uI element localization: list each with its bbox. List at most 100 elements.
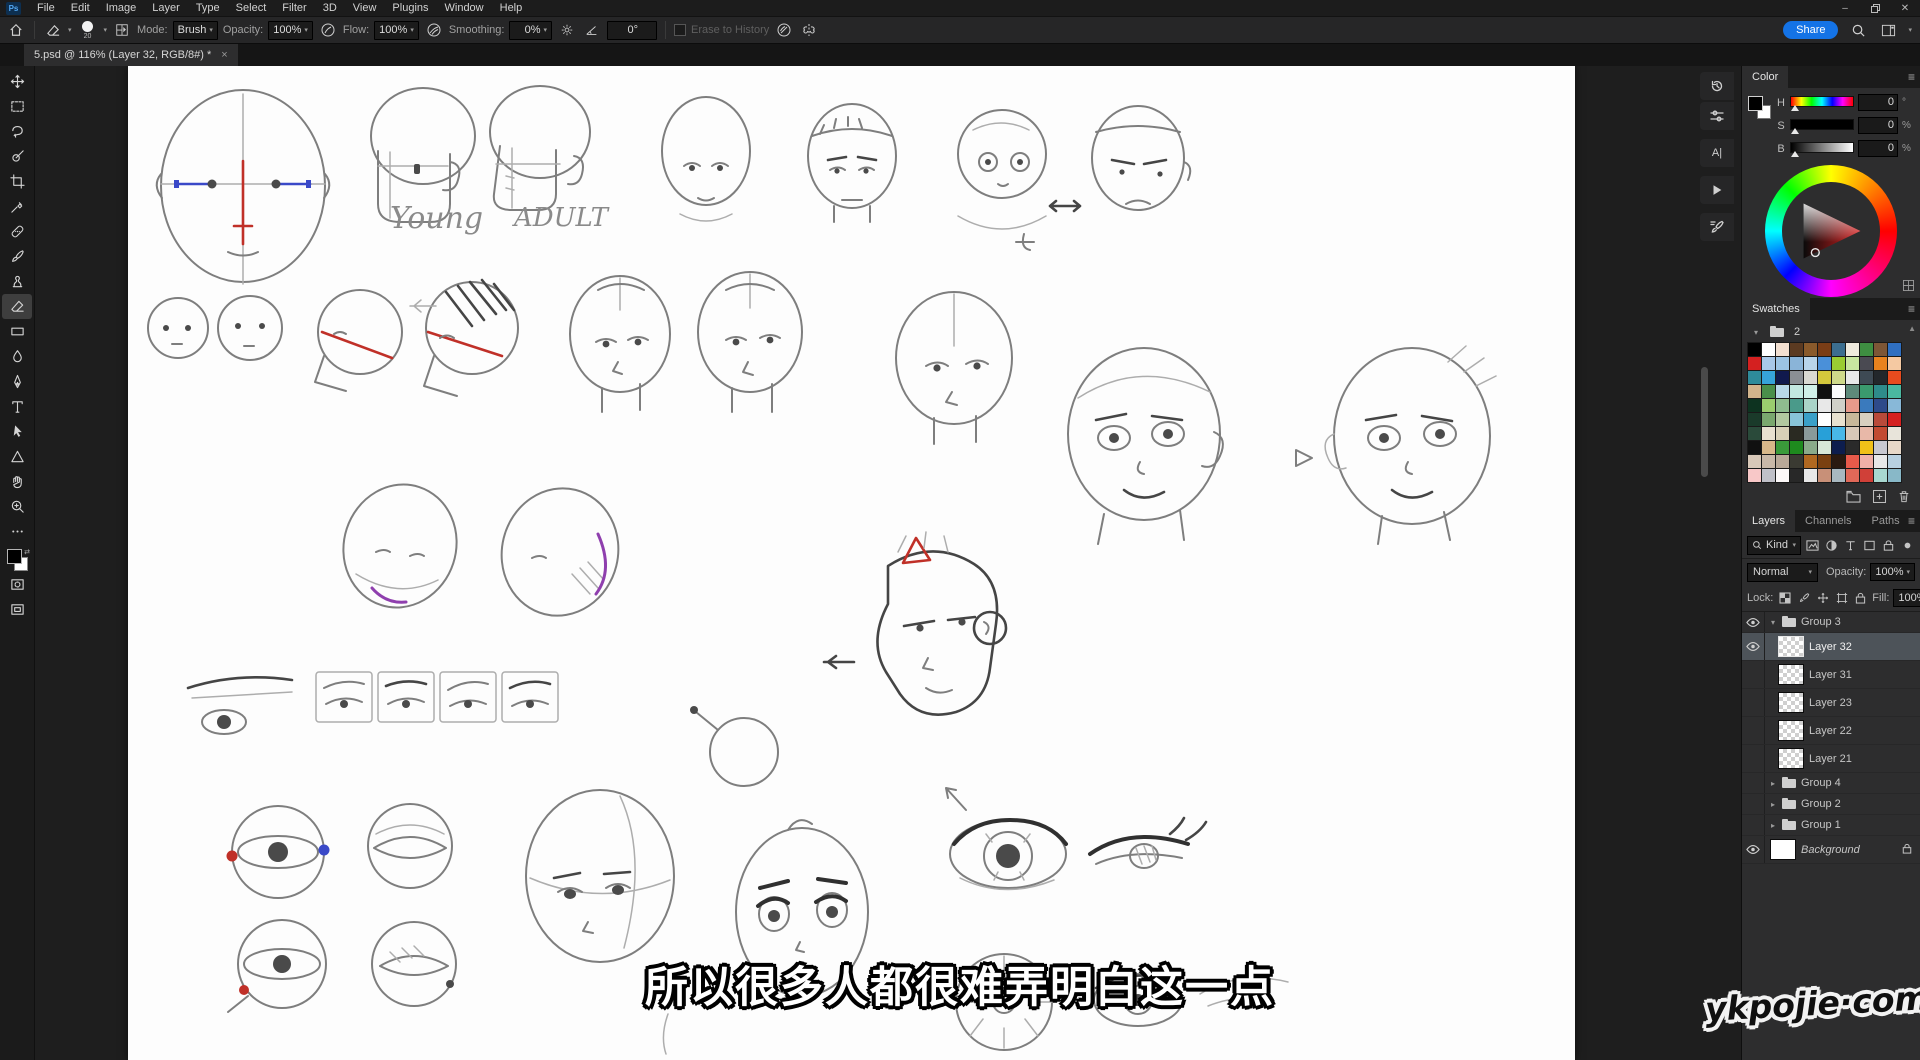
- workspace-caret[interactable]: ▾: [1908, 27, 1912, 34]
- swatch[interactable]: [1860, 441, 1873, 454]
- swatch[interactable]: [1762, 385, 1775, 398]
- visibility-eye-icon[interactable]: [1742, 836, 1765, 863]
- brush-tip-caret[interactable]: ▾: [104, 27, 108, 34]
- swatch[interactable]: [1748, 413, 1761, 426]
- swatch[interactable]: [1762, 371, 1775, 384]
- brush-angle-field[interactable]: 0°: [607, 21, 657, 40]
- pressure-opacity-icon[interactable]: [318, 20, 338, 40]
- flow-select[interactable]: 100% ▾: [374, 21, 419, 40]
- swatch[interactable]: [1804, 413, 1817, 426]
- swatch[interactable]: [1846, 399, 1859, 412]
- swatch[interactable]: [1748, 357, 1761, 370]
- restore-button[interactable]: [1860, 0, 1890, 16]
- swatch[interactable]: [1832, 413, 1845, 426]
- swatch[interactable]: [1860, 357, 1873, 370]
- swatch[interactable]: [1846, 455, 1859, 468]
- share-button[interactable]: Share: [1783, 21, 1838, 39]
- brightness-slider[interactable]: [1790, 142, 1854, 156]
- eraser-preset-caret[interactable]: ▾: [68, 27, 72, 34]
- filter-pin-icon[interactable]: [1900, 538, 1915, 553]
- swatch[interactable]: [1804, 371, 1817, 384]
- swatch[interactable]: [1818, 385, 1831, 398]
- swatch[interactable]: [1762, 441, 1775, 454]
- hue-slider[interactable]: [1790, 96, 1854, 110]
- layer-filter-kind-select[interactable]: Kind ▾: [1747, 536, 1801, 555]
- menu-filter[interactable]: Filter: [274, 0, 314, 16]
- close-button[interactable]: ✕: [1890, 0, 1920, 16]
- swatch[interactable]: [1804, 357, 1817, 370]
- lock-pixels-icon[interactable]: [1796, 591, 1811, 606]
- hue-value[interactable]: 0: [1858, 94, 1898, 111]
- actions-panel-icon[interactable]: [1700, 176, 1734, 204]
- swatch[interactable]: [1818, 371, 1831, 384]
- swatch[interactable]: [1776, 371, 1789, 384]
- swatch[interactable]: [1818, 343, 1831, 356]
- tab-swatches[interactable]: Swatches: [1742, 298, 1810, 320]
- swatch[interactable]: [1790, 357, 1803, 370]
- swatch[interactable]: [1846, 371, 1859, 384]
- canvas-vertical-scrollbar[interactable]: [1701, 367, 1708, 477]
- group-twirl-icon[interactable]: ▸: [1767, 821, 1779, 830]
- swatch[interactable]: [1776, 413, 1789, 426]
- swatch[interactable]: [1804, 455, 1817, 468]
- menu-file[interactable]: File: [29, 0, 63, 16]
- swatch[interactable]: [1790, 385, 1803, 398]
- lock-all-icon[interactable]: [1853, 591, 1868, 606]
- swatch[interactable]: [1888, 455, 1901, 468]
- screen-mode-button[interactable]: [2, 597, 32, 622]
- swatch[interactable]: [1776, 441, 1789, 454]
- swatch-group-twirl-icon[interactable]: ▾: [1750, 328, 1762, 337]
- swatch[interactable]: [1832, 399, 1845, 412]
- smudge-tool[interactable]: [2, 344, 32, 369]
- layer-row-background[interactable]: Background: [1742, 836, 1920, 864]
- swatch[interactable]: [1860, 455, 1873, 468]
- gradient-tool[interactable]: [2, 319, 32, 344]
- swatch[interactable]: [1804, 427, 1817, 440]
- swatch[interactable]: [1846, 385, 1859, 398]
- swatch[interactable]: [1860, 413, 1873, 426]
- swatch[interactable]: [1804, 469, 1817, 482]
- group-twirl-icon[interactable]: ▸: [1767, 800, 1779, 809]
- swatch[interactable]: [1874, 455, 1887, 468]
- quick-mask-mode-button[interactable]: [2, 572, 32, 597]
- type-tool[interactable]: [2, 394, 32, 419]
- swatch[interactable]: [1832, 371, 1845, 384]
- delete-swatch-icon[interactable]: [1898, 490, 1910, 506]
- path-selection-tool[interactable]: [2, 419, 32, 444]
- menu-edit[interactable]: Edit: [63, 0, 98, 16]
- menu-select[interactable]: Select: [228, 0, 275, 16]
- layer-row-layer21[interactable]: Layer 21: [1742, 745, 1920, 773]
- swatch[interactable]: [1860, 469, 1873, 482]
- layer-row-group4[interactable]: ▸ Group 4: [1742, 773, 1920, 794]
- visibility-eye-empty[interactable]: [1742, 689, 1765, 716]
- swatch[interactable]: [1748, 371, 1761, 384]
- swatch[interactable]: [1818, 469, 1831, 482]
- swatch[interactable]: [1846, 441, 1859, 454]
- swatch[interactable]: [1874, 385, 1887, 398]
- swatch[interactable]: [1846, 469, 1859, 482]
- group-twirl-icon[interactable]: ▸: [1767, 779, 1779, 788]
- swatch[interactable]: [1790, 413, 1803, 426]
- new-swatch-icon[interactable]: [1873, 490, 1886, 506]
- filter-type-layers-icon[interactable]: [1843, 538, 1858, 553]
- move-tool[interactable]: [2, 69, 32, 94]
- filter-shape-layers-icon[interactable]: [1862, 538, 1877, 553]
- swatch[interactable]: [1860, 385, 1873, 398]
- swatch-group-row[interactable]: ▾ 2: [1748, 323, 1918, 341]
- new-swatch-group-icon[interactable]: [1846, 490, 1861, 506]
- quick-selection-tool[interactable]: [2, 144, 32, 169]
- foreground-background-color-widget[interactable]: ⇄: [4, 548, 30, 572]
- menu-plugins[interactable]: Plugins: [384, 0, 436, 16]
- visibility-eye-empty[interactable]: [1742, 717, 1765, 744]
- brush-settings-panel-icon[interactable]: [1700, 213, 1734, 241]
- color-wheel[interactable]: [1765, 165, 1897, 297]
- swatch[interactable]: [1860, 427, 1873, 440]
- swatch[interactable]: [1748, 441, 1761, 454]
- color-panel-menu-icon[interactable]: ≡: [1908, 70, 1915, 84]
- swatch[interactable]: [1776, 357, 1789, 370]
- menu-layer[interactable]: Layer: [144, 0, 188, 16]
- pen-tool[interactable]: [2, 369, 32, 394]
- lock-transparency-icon[interactable]: [1777, 591, 1792, 606]
- opacity-select[interactable]: 100% ▾: [268, 21, 313, 40]
- swatch[interactable]: [1888, 385, 1901, 398]
